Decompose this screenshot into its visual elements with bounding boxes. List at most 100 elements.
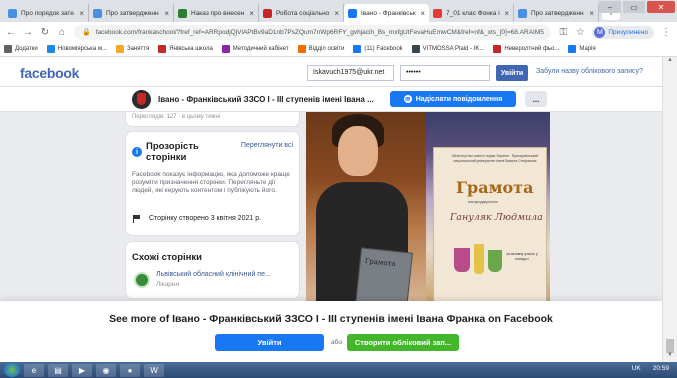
tab-close-icon[interactable]: × (504, 9, 509, 18)
scroll-up-icon[interactable]: ▲ (663, 57, 677, 67)
profile-button[interactable]: M Призупинено (592, 25, 654, 39)
bookmark-label: VITMOSSA Plaid - IK... (422, 46, 485, 52)
bookmark-item[interactable]: Заняття (115, 45, 149, 53)
tab-favicon-icon (518, 8, 527, 18)
flask-icon (474, 244, 484, 274)
login-button[interactable]: Увійти (496, 65, 528, 81)
page-stats-card: Переглядів: 127 · в цьому тижні (126, 112, 299, 126)
close-window-button[interactable]: ✕ (647, 1, 675, 13)
taskbar-chrome-icon[interactable]: ● (120, 363, 140, 377)
email-field[interactable]: Iskavuch1975@ukr.net (307, 65, 394, 81)
post-photo-student[interactable]: Грамота (306, 112, 426, 306)
bookmark-item[interactable]: Методичний кабінет (221, 45, 289, 53)
key-icon[interactable]: ⚿ (558, 27, 568, 38)
certificate-name: Гануляк Людмила (450, 212, 543, 223)
similar-page-avatar[interactable] (134, 272, 150, 288)
password-field[interactable]: •••••• (400, 65, 490, 81)
taskbar-ie-icon[interactable]: e (24, 363, 44, 377)
url-field[interactable]: 🔒 facebook.com/frankaschool/?fref_ref=AR… (74, 24, 552, 40)
bookmark-item[interactable]: Неверолтний фьо... (493, 45, 559, 53)
browser-tab[interactable]: 7_01 клас Фонка і × (429, 4, 514, 22)
overlay-title: See more of Івано - Франківський ЗЗСО І … (109, 313, 553, 325)
send-message-label: Надіслати повідомлення (415, 95, 503, 103)
facebook-logo[interactable]: facebook (20, 65, 79, 81)
taskbar-word-icon[interactable]: W (144, 363, 164, 377)
bookmark-label: Марія (579, 46, 596, 52)
home-icon[interactable]: ⌂ (57, 27, 67, 38)
tab-close-icon[interactable]: × (589, 9, 594, 18)
clock[interactable]: 20:59 (653, 365, 669, 372)
avatar: M (594, 26, 606, 38)
url-text: facebook.com/frankaschool/?fref_ref=ARRp… (95, 28, 544, 36)
menu-kebab-icon[interactable]: ⋮ (661, 27, 671, 38)
browser-tab[interactable]: Наказ про внесен × (174, 4, 259, 22)
bookmark-icon (411, 45, 420, 53)
bookmark-item[interactable]: (11) Facebook (353, 45, 403, 53)
browser-tab[interactable]: Про порядок зате × (4, 4, 89, 22)
bookmark-item[interactable]: Янівська школа (158, 45, 213, 53)
language-indicator[interactable]: UK (632, 365, 641, 372)
forgot-account-link[interactable]: Забули назву облікового запису? (536, 68, 643, 75)
tab-title: Наказ про внесен (191, 9, 245, 17)
tab-close-icon[interactable]: × (79, 9, 84, 18)
back-icon[interactable]: ← (6, 27, 16, 38)
shield-icon (137, 93, 146, 105)
certificate-subtitle: нагороджується (468, 199, 498, 204)
browser-tab[interactable]: Про затвердженн × (89, 4, 174, 22)
tab-close-icon[interactable]: × (164, 9, 169, 18)
scroll-thumb[interactable] (666, 339, 674, 353)
browser-tab[interactable]: Івано - Франківськ × (344, 4, 429, 22)
bookmark-item[interactable]: VITMOSSA Plaid - IK... (411, 45, 485, 53)
start-button[interactable] (4, 363, 20, 377)
tab-favicon-icon (8, 8, 17, 18)
bookmark-label: Додатки (15, 46, 38, 52)
flask-icon (488, 250, 502, 272)
browser-tab[interactable]: Робота соціально × (259, 4, 344, 22)
tab-favicon-icon (348, 8, 357, 18)
bookmark-icon (115, 45, 124, 53)
taskbar-folder-icon[interactable]: ▤ (48, 363, 68, 377)
tab-favicon-icon (433, 8, 442, 18)
bookmark-item[interactable]: Новоміярська м... (46, 45, 107, 53)
post-photo-certificate[interactable]: Міністерство освіти і науки України · Пр… (426, 112, 550, 306)
overlay-login-button[interactable]: Увійти (215, 334, 324, 351)
reload-icon[interactable]: ↻ (40, 27, 50, 38)
forward-icon[interactable]: → (23, 27, 33, 38)
send-message-button[interactable]: ✉ Надіслати повідомлення (390, 91, 516, 107)
transparency-card: i Прозорість сторінки Переглянути всі Fa… (126, 132, 299, 235)
maximize-button[interactable]: ▭ (623, 1, 645, 13)
create-account-button[interactable]: Створити обліковий зап... (347, 334, 459, 351)
tab-title: Про затвердженн (106, 9, 159, 17)
tab-close-icon[interactable]: × (420, 9, 425, 18)
bookmark-icon (4, 45, 12, 53)
certificate-header: Міністерство освіти і науки України · Пр… (451, 154, 539, 163)
scroll-down-icon[interactable]: ▼ (663, 352, 677, 362)
page-stats-text: Переглядів: 127 · в цьому тижні (132, 114, 221, 120)
tab-close-icon[interactable]: × (249, 9, 254, 18)
bookmark-item[interactable]: Відділ освіти (297, 45, 344, 53)
bookmark-icon (568, 45, 577, 53)
bookmark-label: Неверолтний фьо... (504, 46, 560, 52)
similar-pages-card: Схожі сторінки Львівський обласний кліні… (126, 242, 299, 298)
certificate: Міністерство освіти і науки України · Пр… (434, 148, 546, 306)
bookmark-item[interactable]: Додатки (4, 45, 38, 53)
page-avatar[interactable] (132, 90, 151, 109)
see-all-link[interactable]: Переглянути всі (241, 142, 293, 149)
browser-tab[interactable]: Про затвердженн × (514, 4, 599, 22)
messenger-icon: ✉ (403, 95, 412, 103)
taskbar-media-icon[interactable]: ▶ (72, 363, 92, 377)
bookmark-label: Янівська школа (169, 46, 213, 52)
similar-page-name[interactable]: Львівський обласний клінічний пе... (156, 271, 271, 278)
bookmark-item[interactable]: Марія (568, 45, 596, 53)
flask-icon (454, 248, 470, 272)
page-title[interactable]: Івано - Франківський ЗЗСО І - ІІІ ступен… (158, 95, 374, 104)
minimize-button[interactable]: – (599, 1, 621, 13)
more-options-button[interactable]: ... (525, 91, 547, 107)
tab-close-icon[interactable]: × (334, 9, 339, 18)
tab-title: Івано - Франківськ (361, 9, 416, 17)
bookmark-icon (158, 45, 167, 53)
star-icon[interactable]: ☆ (575, 27, 585, 38)
page-scrollbar[interactable]: ▲ ▼ (662, 57, 677, 362)
taskbar-firefox-icon[interactable]: ◉ (96, 363, 116, 377)
bookmarks-bar: Додатки Новоміярська м... Заняття Янівська … (0, 42, 677, 57)
